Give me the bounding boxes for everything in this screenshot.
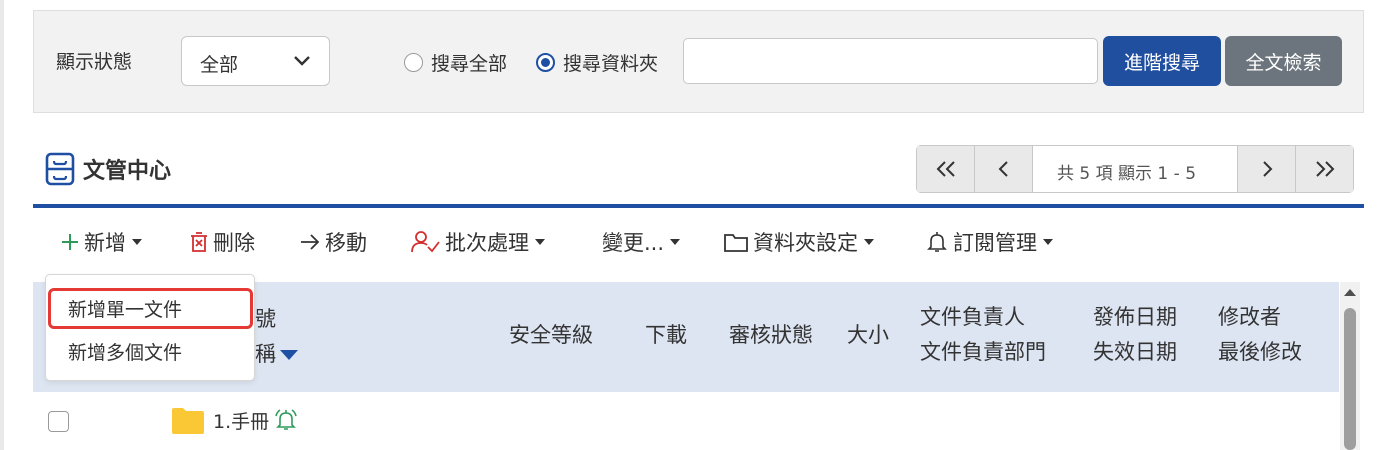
page-title-text: 文管中心 — [83, 159, 172, 184]
row-name-text: 1.手冊 — [213, 410, 270, 433]
scrollbar[interactable] — [1340, 282, 1360, 450]
chevron-left-icon — [998, 161, 1008, 177]
page-title: 文管中心 — [45, 152, 171, 186]
row-checkbox[interactable] — [48, 411, 69, 432]
change-menu-button[interactable]: 變更... — [602, 227, 681, 257]
sort-desc-icon — [280, 350, 298, 360]
column-header-name-partial[interactable]: 稱 — [255, 337, 298, 372]
column-header-modifier: 修改者 — [1218, 305, 1281, 329]
batch-label: 批次處理 — [445, 231, 529, 255]
bell-icon — [927, 232, 947, 252]
section-divider — [33, 204, 1364, 208]
column-header-last-modified: 最後修改 — [1218, 340, 1302, 364]
scrollbar-thumb[interactable] — [1344, 308, 1356, 450]
status-select[interactable]: 全部 — [181, 36, 330, 86]
scroll-up-icon[interactable] — [1344, 289, 1356, 296]
column-header-name-partial-text: 稱 — [255, 342, 276, 366]
folder-settings-label: 資料夾設定 — [753, 231, 858, 255]
plus-icon — [62, 234, 78, 250]
arrow-right-icon — [301, 234, 320, 250]
double-chevron-right-icon — [1315, 161, 1334, 177]
delete-label: 刪除 — [213, 231, 255, 255]
left-border — [0, 0, 4, 450]
search-input[interactable] — [683, 38, 1098, 84]
delete-button[interactable]: 刪除 — [189, 227, 255, 257]
radio-search-folder-label: 搜尋資料夾 — [563, 53, 659, 75]
fulltext-search-button[interactable]: 全文檢索 — [1225, 36, 1342, 86]
subscription-label: 訂閱管理 — [953, 231, 1037, 255]
next-page-button[interactable] — [1237, 146, 1295, 192]
radio-search-all-label: 搜尋全部 — [431, 53, 508, 75]
caret-down-icon — [864, 239, 874, 245]
chevron-down-icon — [294, 56, 310, 66]
status-label: 顯示狀態 — [56, 51, 133, 73]
caret-down-icon — [535, 239, 545, 245]
column-header-owner: 文件負責人 — [920, 305, 1025, 329]
folder-outline-icon — [724, 234, 748, 252]
status-select-value: 全部 — [200, 54, 239, 76]
table-row[interactable]: 1.手冊 — [171, 405, 299, 435]
column-header-number-partial: 號 — [255, 307, 276, 331]
column-header-owner-dept: 文件負責部門 — [920, 340, 1046, 364]
prev-page-button[interactable] — [975, 146, 1033, 192]
batch-menu-button[interactable]: 批次處理 — [411, 227, 545, 257]
first-page-button[interactable] — [917, 146, 975, 192]
subscription-menu-button[interactable]: 訂閱管理 — [925, 227, 1053, 257]
menu-item-add-multiple[interactable]: 新增多個文件 — [68, 338, 182, 365]
column-header-publish-date: 發佈日期 — [1093, 305, 1177, 329]
cabinet-icon — [45, 152, 75, 186]
chevron-right-icon — [1262, 161, 1272, 177]
caret-down-icon — [670, 239, 681, 245]
trash-icon — [191, 232, 207, 252]
column-header-expire-date: 失效日期 — [1093, 340, 1177, 364]
last-page-button[interactable] — [1295, 146, 1353, 192]
add-dropdown-menu: 新增單一文件 新增多個文件 — [45, 274, 255, 381]
column-header-download: 下載 — [645, 323, 687, 347]
add-menu-label: 新增 — [84, 231, 126, 255]
user-check-icon — [411, 231, 440, 253]
double-chevron-left-icon — [936, 161, 955, 177]
add-menu-button[interactable]: 新增 — [60, 227, 142, 257]
column-header-security: 安全等級 — [509, 323, 593, 347]
radio-search-all[interactable]: 搜尋全部 — [404, 49, 507, 76]
pagination-info: 共 5 項 顯示 1 - 5 — [1057, 164, 1197, 184]
caret-down-icon — [132, 239, 142, 245]
advanced-search-button[interactable]: 進階搜尋 — [1103, 36, 1221, 86]
bell-icon[interactable] — [273, 407, 299, 433]
radio-search-folder[interactable]: 搜尋資料夾 — [536, 49, 658, 76]
move-label: 移動 — [325, 231, 367, 255]
caret-down-icon — [1043, 239, 1053, 245]
change-label: 變更... — [602, 231, 665, 255]
column-header-size: 大小 — [847, 323, 889, 347]
folder-settings-menu-button[interactable]: 資料夾設定 — [723, 227, 874, 257]
folder-icon — [172, 408, 204, 434]
filter-panel: 顯示狀態 全部 搜尋全部 搜尋資料夾 進階搜尋 全文檢索 — [33, 10, 1364, 113]
column-header-review-status: 審核狀態 — [729, 323, 813, 347]
move-button[interactable]: 移動 — [299, 227, 367, 257]
radio-circle-selected — [536, 53, 555, 72]
pagination: 共 5 項 顯示 1 - 5 — [916, 145, 1354, 193]
menu-item-add-single[interactable]: 新增單一文件 — [68, 295, 182, 322]
radio-circle — [404, 53, 423, 72]
